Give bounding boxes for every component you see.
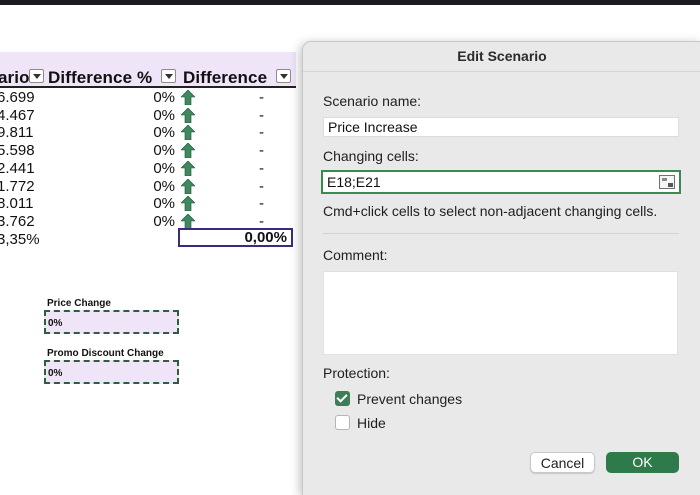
changing-cells-field[interactable]: E18;E21: [321, 170, 681, 194]
up-arrow-icon: [180, 89, 196, 106]
scenario-filter-button[interactable]: [29, 69, 44, 83]
difference-pct-cell: 0%: [153, 160, 175, 177]
difference-cell: -: [259, 195, 264, 212]
difference-pct-cell: 0%: [153, 195, 175, 212]
title-divider: [303, 71, 700, 72]
total-difference-cell[interactable]: 0,00%: [178, 228, 293, 247]
prevent-changes-label: Prevent changes: [357, 391, 463, 407]
up-arrow-icon: [180, 160, 196, 177]
total-left-cell: 3,35%: [0, 231, 40, 248]
difference-pct-cell: 0%: [153, 178, 175, 195]
difference-cell: -: [259, 142, 264, 159]
difference-cell: -: [259, 178, 264, 195]
scenario-value-cell: 8.011: [0, 195, 34, 212]
difference-pct-header: Difference %: [48, 68, 153, 87]
difference-pct-cell: 0%: [153, 89, 175, 106]
edit-scenario-dialog: Edit Scenario Scenario name: Price Incre…: [302, 41, 700, 495]
header-underline: [0, 86, 296, 88]
scenario-name-field[interactable]: Price Increase: [323, 117, 679, 137]
dialog-title: Edit Scenario: [457, 48, 547, 64]
difference-header: Difference: [183, 68, 268, 87]
collapse-range-icon[interactable]: [659, 175, 675, 189]
scenario-value-cell: 5.598: [0, 142, 35, 159]
prevent-changes-checkbox[interactable]: [335, 391, 350, 406]
up-arrow-icon: [180, 142, 196, 159]
difference-cell: -: [259, 124, 264, 141]
difference-filter-button[interactable]: [276, 69, 291, 83]
section-divider: [323, 233, 679, 234]
up-arrow-icon: [180, 107, 196, 124]
scenario-value-cell: 6.699: [0, 89, 35, 106]
promo-discount-change-label: Promo Discount Change: [47, 348, 164, 359]
changing-cells-hint: Cmd+click cells to select non-adjacent c…: [323, 203, 658, 219]
difference-cell: -: [259, 89, 264, 106]
difference-pct-cell: 0%: [153, 124, 175, 141]
scenario-name-label: Scenario name:: [323, 93, 422, 109]
ok-button[interactable]: OK: [606, 452, 679, 473]
difference-pct-cell: 0%: [153, 107, 175, 124]
comment-textarea[interactable]: [323, 271, 678, 355]
difference-cell: -: [259, 160, 264, 177]
protection-label: Protection:: [323, 365, 390, 381]
scenario-value-cell: 1.772: [0, 178, 35, 195]
changing-cells-label: Changing cells:: [323, 148, 419, 164]
difference-cell: -: [259, 107, 264, 124]
changing-cells-value: E18;E21: [327, 174, 381, 190]
comment-label: Comment:: [323, 247, 388, 263]
promo-discount-change-cell[interactable]: 0%: [44, 360, 179, 384]
hide-checkbox[interactable]: [335, 415, 350, 430]
hide-label: Hide: [357, 415, 386, 431]
price-change-cell[interactable]: 0%: [44, 310, 179, 334]
difference-pct-filter-button[interactable]: [161, 69, 176, 83]
up-arrow-icon: [180, 124, 196, 141]
price-change-label: Price Change: [47, 298, 111, 309]
scenario-value-cell: 3.762: [0, 213, 35, 230]
scenario-value-cell: 2.441: [0, 160, 35, 177]
up-arrow-icon: [180, 213, 196, 230]
scenario-value-cell: 4.467: [0, 107, 35, 124]
scenario-value-cell: 9.811: [0, 124, 34, 141]
difference-pct-cell: 0%: [153, 142, 175, 159]
up-arrow-icon: [180, 195, 196, 212]
difference-pct-cell: 0%: [153, 213, 175, 230]
cancel-button[interactable]: Cancel: [530, 452, 595, 473]
scenario-header: ario: [0, 68, 30, 87]
up-arrow-icon: [180, 178, 196, 195]
